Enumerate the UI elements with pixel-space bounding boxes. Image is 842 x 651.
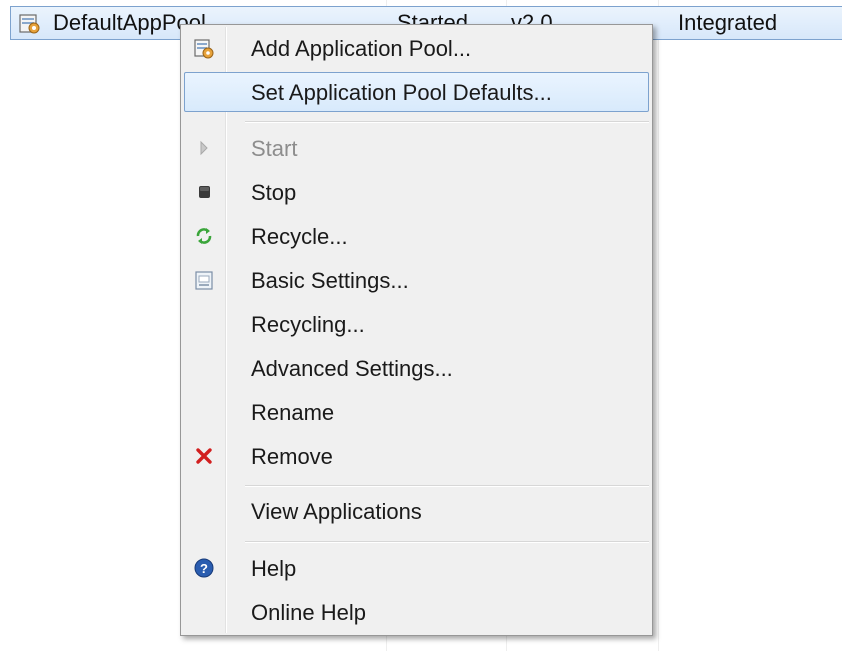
menu-item-recycle[interactable]: Recycle... xyxy=(184,216,649,256)
menu-item-label: View Applications xyxy=(251,499,422,524)
menu-item-remove[interactable]: Remove xyxy=(184,436,649,476)
menu-item-label: Remove xyxy=(251,444,333,469)
menu-item-label: Recycle... xyxy=(251,224,348,249)
menu-separator xyxy=(245,541,649,543)
column-divider xyxy=(658,0,659,651)
start-icon xyxy=(200,140,208,156)
context-menu: Add Application Pool... Set Application … xyxy=(180,24,653,636)
menu-item-advanced-settings[interactable]: Advanced Settings... xyxy=(184,348,649,388)
menu-item-label: Help xyxy=(251,556,297,581)
recycle-icon xyxy=(196,228,212,244)
menu-item-label: Advanced Settings... xyxy=(251,356,453,381)
menu-separator xyxy=(245,121,649,123)
menu-item-view-applications[interactable]: View Applications xyxy=(184,491,649,531)
stop-icon xyxy=(199,186,210,198)
menu-item-label: Add Application Pool... xyxy=(251,36,472,61)
menu-item-rename[interactable]: Rename xyxy=(184,392,649,432)
menu-item-stop[interactable]: Stop xyxy=(184,172,649,212)
menu-item-label: Basic Settings... xyxy=(251,268,409,293)
menu-separator xyxy=(245,485,649,487)
menu-item-basic-settings[interactable]: Basic Settings... xyxy=(184,260,649,300)
menu-item-label: Stop xyxy=(251,180,297,205)
menu-item-label: Recycling... xyxy=(251,312,365,337)
add-app-pool-icon xyxy=(194,39,214,59)
menu-item-recycling[interactable]: Recycling... xyxy=(184,304,649,344)
menu-item-online-help[interactable]: Online Help xyxy=(184,592,649,632)
menu-item-set-app-pool-defaults[interactable]: Set Application Pool Defaults... xyxy=(184,72,649,112)
help-icon: ? xyxy=(194,558,214,578)
menu-item-start[interactable]: Start xyxy=(184,128,649,168)
basic-settings-icon xyxy=(195,271,213,290)
remove-icon xyxy=(196,448,212,464)
svg-text:?: ? xyxy=(200,561,208,576)
menu-item-label: Online Help xyxy=(251,600,366,625)
pool-pipeline-mode: Integrated xyxy=(678,10,778,35)
app-pool-icon xyxy=(19,14,40,34)
menu-item-add-application-pool[interactable]: Add Application Pool... xyxy=(184,28,649,68)
menu-item-label: Start xyxy=(251,136,298,161)
menu-item-help[interactable]: ? Help xyxy=(184,548,649,588)
menu-item-label: Rename xyxy=(251,400,335,425)
menu-item-label: Set Application Pool Defaults... xyxy=(251,80,552,105)
